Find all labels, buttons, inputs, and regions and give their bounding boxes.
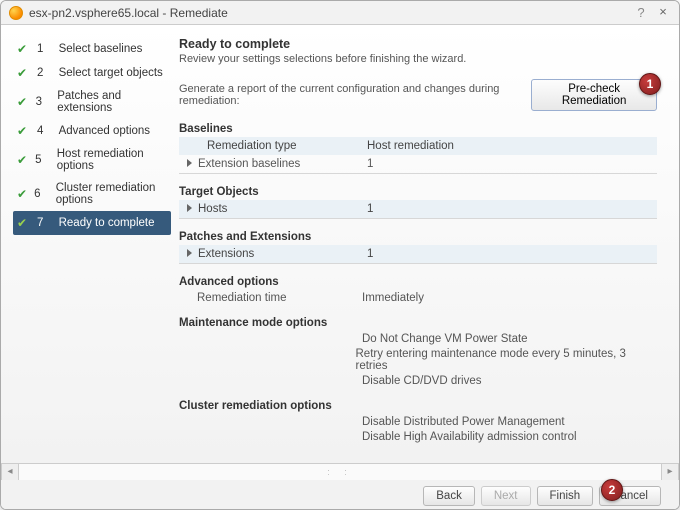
table-row: Disable Distributed Power Management bbox=[179, 414, 657, 429]
expand-icon[interactable] bbox=[187, 204, 192, 212]
table-row: Remediation typeHost remediation bbox=[179, 137, 657, 155]
annotation-2: 2 bbox=[601, 479, 623, 501]
patches-extensions-title: Patches and Extensions bbox=[179, 231, 657, 243]
wizard-button-bar: Back Next Finish Cancel bbox=[1, 479, 679, 510]
wizard-body: ✔1 Select baselines ✔2 Select target obj… bbox=[1, 25, 679, 463]
scroll-right-icon[interactable]: ▸ bbox=[661, 464, 679, 480]
expand-icon[interactable] bbox=[187, 159, 192, 167]
generate-report-label: Generate a report of the current configu… bbox=[179, 83, 525, 107]
finish-button[interactable]: Finish bbox=[537, 486, 594, 506]
wizard-nav: ✔1 Select baselines ✔2 Select target obj… bbox=[1, 25, 171, 463]
remediate-wizard-window: esx-pn2.vsphere65.local - Remediate ? × … bbox=[0, 0, 680, 510]
next-button: Next bbox=[481, 486, 531, 506]
check-icon: ✔ bbox=[17, 187, 28, 201]
nav-step-6[interactable]: ✔6 Cluster remediation options bbox=[13, 177, 171, 211]
window-title: esx-pn2.vsphere65.local - Remediate bbox=[29, 6, 633, 20]
nav-step-3[interactable]: ✔3 Patches and extensions bbox=[13, 85, 171, 119]
check-icon: ✔ bbox=[17, 66, 31, 80]
cluster-remediation-title: Cluster remediation options bbox=[179, 400, 657, 412]
nav-step-7[interactable]: ✔7 Ready to complete bbox=[13, 211, 171, 235]
expand-icon[interactable] bbox=[187, 249, 192, 257]
horizontal-scrollbar[interactable]: ◂ : : ▸ bbox=[1, 463, 679, 479]
back-button[interactable]: Back bbox=[423, 486, 475, 506]
nav-step-5[interactable]: ✔5 Host remediation options bbox=[13, 143, 171, 177]
table-row: Retry entering maintenance mode every 5 … bbox=[179, 346, 657, 373]
cluster-remediation-section: Cluster remediation options Disable Dist… bbox=[179, 400, 657, 444]
generate-report-row: Generate a report of the current configu… bbox=[179, 79, 657, 111]
check-icon: ✔ bbox=[17, 216, 31, 230]
check-icon: ✔ bbox=[17, 42, 31, 56]
table-row: Disable High Availability admission cont… bbox=[179, 429, 657, 444]
table-row: Do Not Change VM Power State bbox=[179, 331, 657, 346]
close-icon[interactable]: × bbox=[655, 5, 671, 21]
patches-extensions-section: Patches and Extensions Extensions1 bbox=[179, 231, 657, 264]
titlebar: esx-pn2.vsphere65.local - Remediate ? × bbox=[1, 1, 679, 25]
scroll-left-icon[interactable]: ◂ bbox=[1, 464, 19, 480]
advanced-options-title: Advanced options bbox=[179, 276, 657, 288]
maintenance-mode-title: Maintenance mode options bbox=[179, 317, 657, 329]
baselines-section: Baselines Remediation typeHost remediati… bbox=[179, 123, 657, 174]
scroll-track[interactable]: : : bbox=[19, 464, 661, 480]
nav-step-1[interactable]: ✔1 Select baselines bbox=[13, 37, 171, 61]
check-icon: ✔ bbox=[17, 153, 29, 167]
nav-step-4[interactable]: ✔4 Advanced options bbox=[13, 119, 171, 143]
panel-heading: Ready to complete bbox=[179, 37, 657, 51]
table-row[interactable]: Extension baselines1 bbox=[179, 155, 657, 174]
table-row[interactable]: Hosts1 bbox=[179, 200, 657, 219]
baselines-title: Baselines bbox=[179, 123, 657, 135]
check-icon: ✔ bbox=[17, 124, 31, 138]
help-icon[interactable]: ? bbox=[633, 5, 649, 21]
table-row[interactable]: Extensions1 bbox=[179, 245, 657, 264]
table-row: Disable CD/DVD drives bbox=[179, 373, 657, 388]
content-panel: Ready to complete Review your settings s… bbox=[171, 25, 679, 463]
target-objects-title: Target Objects bbox=[179, 186, 657, 198]
check-icon: ✔ bbox=[17, 95, 30, 109]
annotation-1: 1 bbox=[639, 73, 661, 95]
panel-subtitle: Review your settings selections before f… bbox=[179, 53, 657, 65]
app-orb-icon bbox=[9, 6, 23, 20]
advanced-options-section: Advanced options Remediation timeImmedia… bbox=[179, 276, 657, 305]
target-objects-section: Target Objects Hosts1 bbox=[179, 186, 657, 219]
nav-step-2[interactable]: ✔2 Select target objects bbox=[13, 61, 171, 85]
table-row: Remediation timeImmediately bbox=[179, 290, 657, 305]
maintenance-mode-section: Maintenance mode options Do Not Change V… bbox=[179, 317, 657, 388]
